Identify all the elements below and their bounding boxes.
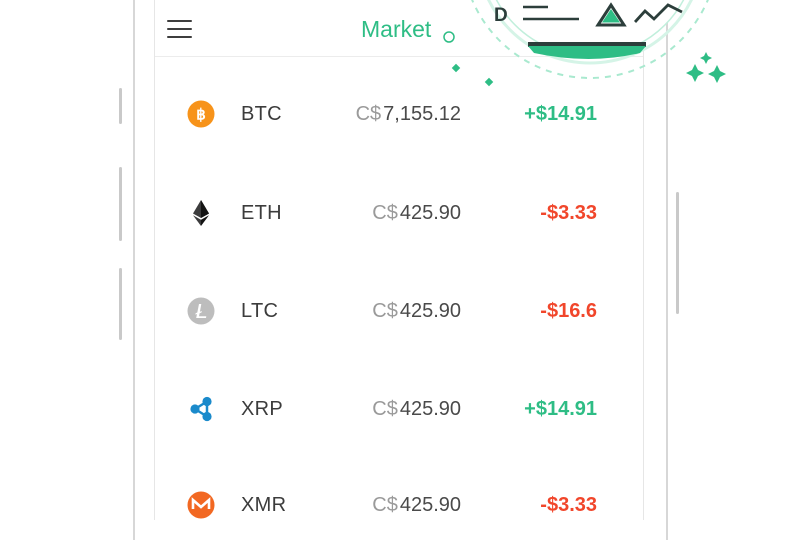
coin-symbol: LTC	[241, 300, 279, 322]
phone-side-button	[676, 192, 679, 314]
monero-icon	[187, 491, 215, 519]
coin-price: C$ 425.90	[372, 300, 461, 322]
coin-row-eth[interactable]: ETH C$ 425.90 -$3.33	[155, 162, 643, 260]
app-screen: Market ฿ BTC C$ 7,155.12 +$14.91 ETH C$ 42…	[154, 0, 644, 520]
coin-change: +$14.91	[524, 398, 597, 420]
coin-change: -$3.33	[540, 494, 597, 516]
page-title: Market	[361, 16, 432, 42]
coin-change: +$14.91	[524, 103, 597, 125]
hamburger-menu-icon[interactable]	[167, 18, 193, 40]
sparkle-icon	[700, 52, 712, 64]
sparkle-icon	[686, 64, 704, 82]
svg-text:฿: ฿	[196, 107, 206, 124]
ripple-icon	[190, 396, 212, 422]
coin-price: C$ 425.90	[372, 398, 461, 420]
coin-price: C$ 425.90	[372, 202, 461, 224]
phone-side-button	[119, 88, 122, 124]
coin-price: C$ 425.90	[372, 494, 461, 516]
ethereum-icon	[193, 200, 209, 226]
coin-symbol: ETH	[241, 202, 282, 224]
coin-symbol: BTC	[241, 103, 282, 125]
coin-change: -$3.33	[540, 202, 597, 224]
sparkle-icon	[708, 65, 726, 83]
coin-price: C$ 7,155.12	[355, 103, 461, 125]
coin-row-ltc[interactable]: LTC C$ 425.90 -$16.6	[155, 260, 643, 358]
coin-symbol: XMR	[241, 494, 287, 516]
coin-change: -$16.6	[540, 300, 597, 322]
coin-row-btc[interactable]: ฿ BTC C$ 7,155.12 +$14.91	[155, 63, 643, 161]
app-header: Market	[155, 0, 643, 57]
litecoin-icon	[187, 297, 215, 325]
phone-side-button	[119, 268, 122, 340]
coin-row-xmr[interactable]: XMR C$ 425.90 -$3.33	[155, 454, 643, 552]
coin-row-xrp[interactable]: XRP C$ 425.90 +$14.91	[155, 358, 643, 456]
phone-side-button	[119, 167, 122, 241]
bitcoin-icon: ฿	[187, 100, 215, 128]
coin-symbol: XRP	[241, 398, 284, 420]
